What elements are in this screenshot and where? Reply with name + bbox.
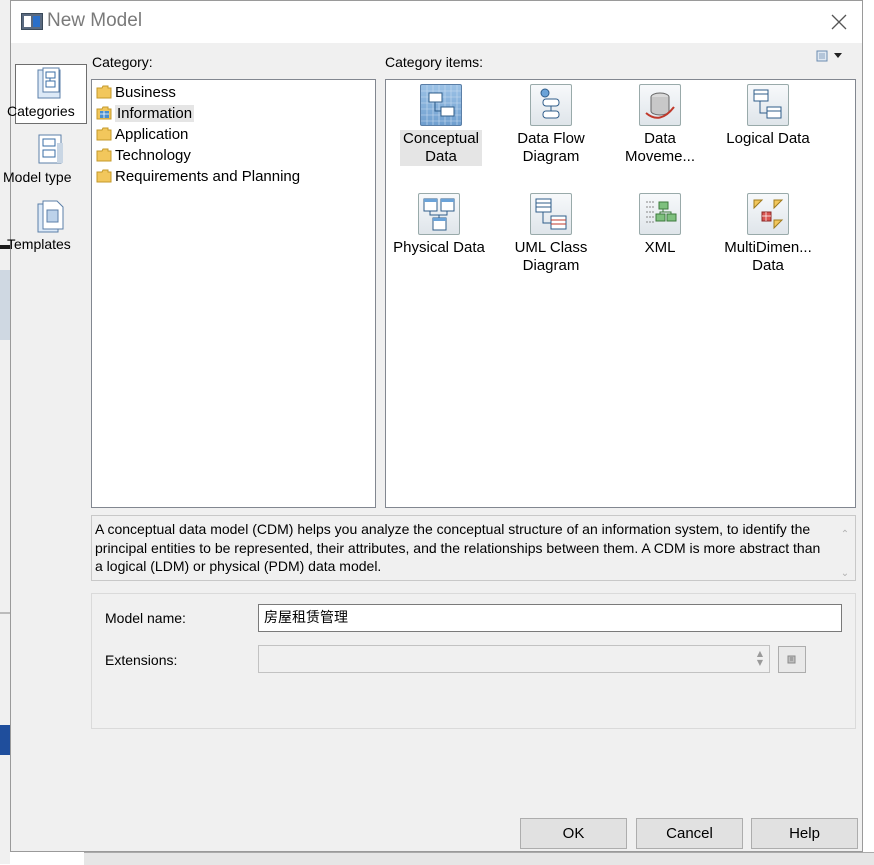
close-button[interactable] bbox=[816, 1, 862, 43]
ok-button[interactable]: OK bbox=[520, 818, 627, 849]
background-window-edge bbox=[84, 852, 874, 865]
scroll-up-icon[interactable]: ⌃ bbox=[837, 526, 853, 545]
app-icon bbox=[21, 13, 43, 30]
tree-item-technology[interactable]: Technology bbox=[96, 146, 191, 166]
category-items-label: Category items: bbox=[385, 54, 484, 70]
item-uml-class-diagram[interactable]: UML Class Diagram bbox=[503, 193, 599, 275]
item-label-line2: Moveme... bbox=[624, 148, 696, 165]
view-mode-dropdown-icon[interactable] bbox=[816, 49, 846, 63]
item-label-line1: Physical Data bbox=[393, 239, 485, 256]
description-scrollbar[interactable]: ⌃ ⌄ bbox=[837, 520, 853, 579]
description-box: A conceptual data model (CDM) helps you … bbox=[91, 515, 856, 581]
item-data-movement[interactable]: Data Moveme... bbox=[612, 84, 708, 166]
model-type-icon bbox=[38, 134, 63, 164]
tree-item-requirements-and-planning[interactable]: Requirements and Planning bbox=[96, 167, 300, 187]
spin-down-icon[interactable]: ▼ bbox=[757, 658, 763, 667]
category-items-panel[interactable]: Conceptual Data Data Flow Diagram Data M… bbox=[385, 79, 856, 508]
window-title: New Model bbox=[47, 10, 143, 31]
logical-data-icon bbox=[747, 84, 789, 126]
folder-icon bbox=[96, 169, 112, 183]
tree-item-application[interactable]: Application bbox=[96, 125, 188, 145]
spin-up-icon[interactable]: ▲ bbox=[757, 649, 763, 658]
extensions-browse-button[interactable] bbox=[778, 646, 806, 673]
nav-label-categories: Categories bbox=[7, 103, 75, 119]
background-window-edge bbox=[0, 725, 10, 755]
close-icon bbox=[831, 14, 847, 30]
nav-label-model-type: Model type bbox=[3, 169, 72, 185]
item-label-line1: Logical Data bbox=[726, 130, 810, 147]
category-label: Category: bbox=[92, 54, 153, 70]
item-label-line1: Data bbox=[644, 130, 676, 147]
item-label-line1: UML Class bbox=[514, 239, 588, 256]
tree-item-business[interactable]: Business bbox=[96, 83, 176, 103]
help-button[interactable]: Help bbox=[751, 818, 858, 849]
item-data-flow-diagram[interactable]: Data Flow Diagram bbox=[503, 84, 599, 166]
physical-data-icon bbox=[418, 193, 460, 235]
item-physical-data[interactable]: Physical Data bbox=[391, 193, 487, 257]
folder-icon bbox=[96, 127, 112, 141]
background-window-edge bbox=[0, 270, 10, 340]
model-name-input[interactable]: 房屋租赁管理 bbox=[258, 604, 842, 632]
scroll-down-icon[interactable]: ⌄ bbox=[837, 565, 853, 584]
item-label-line2: Diagram bbox=[522, 148, 580, 165]
model-properties-group: Model name: 房屋租赁管理 Extensions: ▲ ▼ bbox=[91, 593, 856, 729]
cancel-button[interactable]: Cancel bbox=[636, 818, 743, 849]
background-window-edge bbox=[0, 612, 10, 614]
data-movement-icon bbox=[639, 84, 681, 126]
category-tree[interactable]: Business Information Application Technol… bbox=[91, 79, 376, 508]
item-label-line1: Data Flow bbox=[517, 130, 585, 147]
extensions-field[interactable]: ▲ ▼ bbox=[258, 645, 770, 673]
item-logical-data[interactable]: Logical Data bbox=[720, 84, 816, 148]
extensions-spinner[interactable]: ▲ ▼ bbox=[757, 649, 763, 667]
description-text: A conceptual data model (CDM) helps you … bbox=[95, 521, 821, 574]
xml-icon bbox=[639, 193, 681, 235]
browse-icon bbox=[787, 655, 796, 664]
uml-class-diagram-icon bbox=[530, 193, 572, 235]
item-label-line1: Conceptual bbox=[403, 130, 479, 147]
title-bar[interactable]: New Model bbox=[11, 1, 862, 43]
nav-label-templates: Templates bbox=[7, 236, 71, 252]
data-flow-diagram-icon bbox=[530, 84, 572, 126]
item-label-line2: Data bbox=[425, 148, 457, 165]
item-label-line2: Data bbox=[752, 257, 784, 274]
model-name-label: Model name: bbox=[105, 610, 186, 626]
categories-icon bbox=[37, 67, 61, 99]
item-label-line1: MultiDimen... bbox=[724, 239, 812, 256]
item-xml[interactable]: XML bbox=[612, 193, 708, 257]
templates-icon bbox=[37, 200, 64, 233]
conceptual-data-icon bbox=[420, 84, 462, 126]
tree-item-information[interactable]: Information bbox=[96, 104, 195, 124]
item-multidimensional-data[interactable]: MultiDimen... Data bbox=[720, 193, 816, 275]
item-label-line1: XML bbox=[644, 239, 676, 256]
extensions-label: Extensions: bbox=[105, 652, 178, 668]
item-label-line2: Diagram bbox=[522, 257, 580, 274]
folder-icon bbox=[96, 148, 112, 162]
new-model-dialog: New Model Categories Model type Template… bbox=[3, 0, 863, 852]
multidimensional-data-icon bbox=[747, 193, 789, 235]
item-conceptual-data[interactable]: Conceptual Data bbox=[393, 84, 489, 166]
folder-icon bbox=[96, 85, 112, 99]
information-icon bbox=[96, 106, 112, 120]
